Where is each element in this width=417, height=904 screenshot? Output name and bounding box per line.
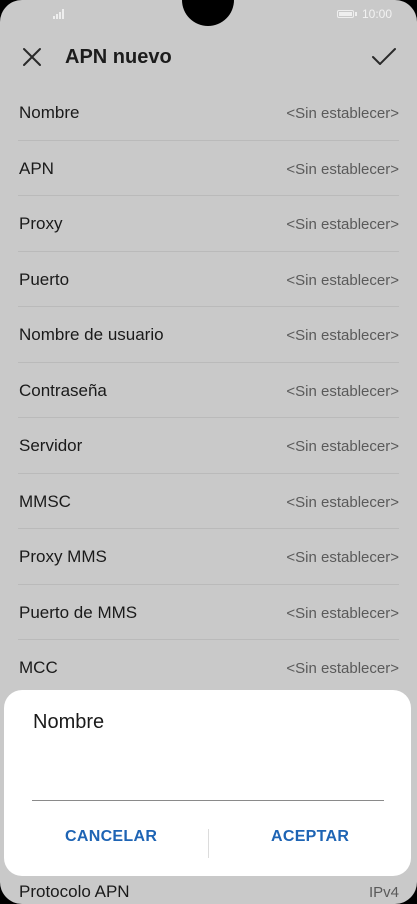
- list-item-puerto-de-mms[interactable]: Puerto de MMS <Sin establecer>: [18, 585, 399, 640]
- item-label: Nombre: [19, 103, 80, 122]
- item-label: Contraseña: [19, 380, 107, 400]
- item-label: Proxy: [19, 214, 63, 233]
- accept-button[interactable]: ACEPTAR: [271, 828, 349, 846]
- item-value: <Sin establecer>: [286, 660, 399, 677]
- item-label: Protocolo APN: [19, 882, 130, 901]
- item-label: Puerto de MMS: [19, 602, 138, 622]
- list-item-servidor[interactable]: Servidor <Sin establecer>: [18, 418, 399, 474]
- check-icon[interactable]: [371, 45, 397, 69]
- item-value: <Sin establecer>: [286, 604, 399, 622]
- name-input[interactable]: [32, 760, 384, 801]
- item-label: MCC: [19, 658, 58, 677]
- list-item-contrasena[interactable]: Contraseña <Sin establecer>: [18, 363, 399, 418]
- list-item-apn[interactable]: APN <Sin establecer>: [18, 141, 399, 196]
- item-value: <Sin establecer>: [286, 438, 399, 455]
- button-divider: [208, 829, 209, 858]
- signal-icon: [53, 9, 67, 19]
- item-value: <Sin establecer>: [286, 160, 399, 178]
- item-value: <Sin establecer>: [286, 271, 399, 289]
- item-label: Nombre de usuario: [19, 325, 164, 344]
- phone-screen: 10:00 APN nuevo Nombre <Sin establecer> …: [0, 0, 417, 904]
- name-input-dialog: Nombre CANCELAR ACEPTAR: [4, 690, 411, 876]
- item-label: Servidor: [19, 436, 83, 455]
- item-value: <Sin establecer>: [286, 382, 399, 400]
- dialog-title: Nombre: [33, 711, 105, 733]
- item-value: <Sin establecer>: [286, 549, 399, 566]
- apn-settings-list: Nombre <Sin establecer> APN <Sin estable…: [0, 85, 417, 696]
- item-value: <Sin establecer>: [286, 216, 399, 233]
- list-item-proxy-mms[interactable]: Proxy MMS <Sin establecer>: [18, 529, 399, 585]
- list-item-mmsc[interactable]: MMSC <Sin establecer>: [18, 474, 399, 529]
- item-label: Puerto: [19, 269, 70, 289]
- status-time: 10:00: [362, 7, 393, 21]
- item-label: APN: [19, 158, 54, 178]
- list-item-mcc[interactable]: MCC <Sin establecer>: [18, 640, 399, 696]
- item-label: MMSC: [19, 491, 71, 511]
- item-value: <Sin establecer>: [286, 327, 399, 344]
- item-value: <Sin establecer>: [286, 493, 399, 511]
- page-title: APN nuevo: [65, 46, 172, 68]
- list-item-nombre-de-usuario[interactable]: Nombre de usuario <Sin establecer>: [18, 307, 399, 363]
- list-item-puerto[interactable]: Puerto <Sin establecer>: [18, 252, 399, 307]
- battery-tip: [355, 12, 357, 16]
- item-value: <Sin establecer>: [286, 105, 399, 122]
- toolbar: APN nuevo: [0, 30, 417, 86]
- list-item-protocolo-apn[interactable]: Protocolo APN IPv4: [18, 878, 399, 904]
- status-bar: 10:00: [0, 0, 417, 30]
- list-item-proxy[interactable]: Proxy <Sin establecer>: [18, 196, 399, 252]
- close-icon[interactable]: [20, 45, 44, 69]
- battery-icon: [337, 10, 354, 18]
- cancel-button[interactable]: CANCELAR: [65, 828, 157, 846]
- list-item-nombre[interactable]: Nombre <Sin establecer>: [18, 85, 399, 141]
- item-value: IPv4: [368, 884, 399, 901]
- camera-notch: [182, 0, 234, 26]
- item-label: Proxy MMS: [19, 547, 107, 566]
